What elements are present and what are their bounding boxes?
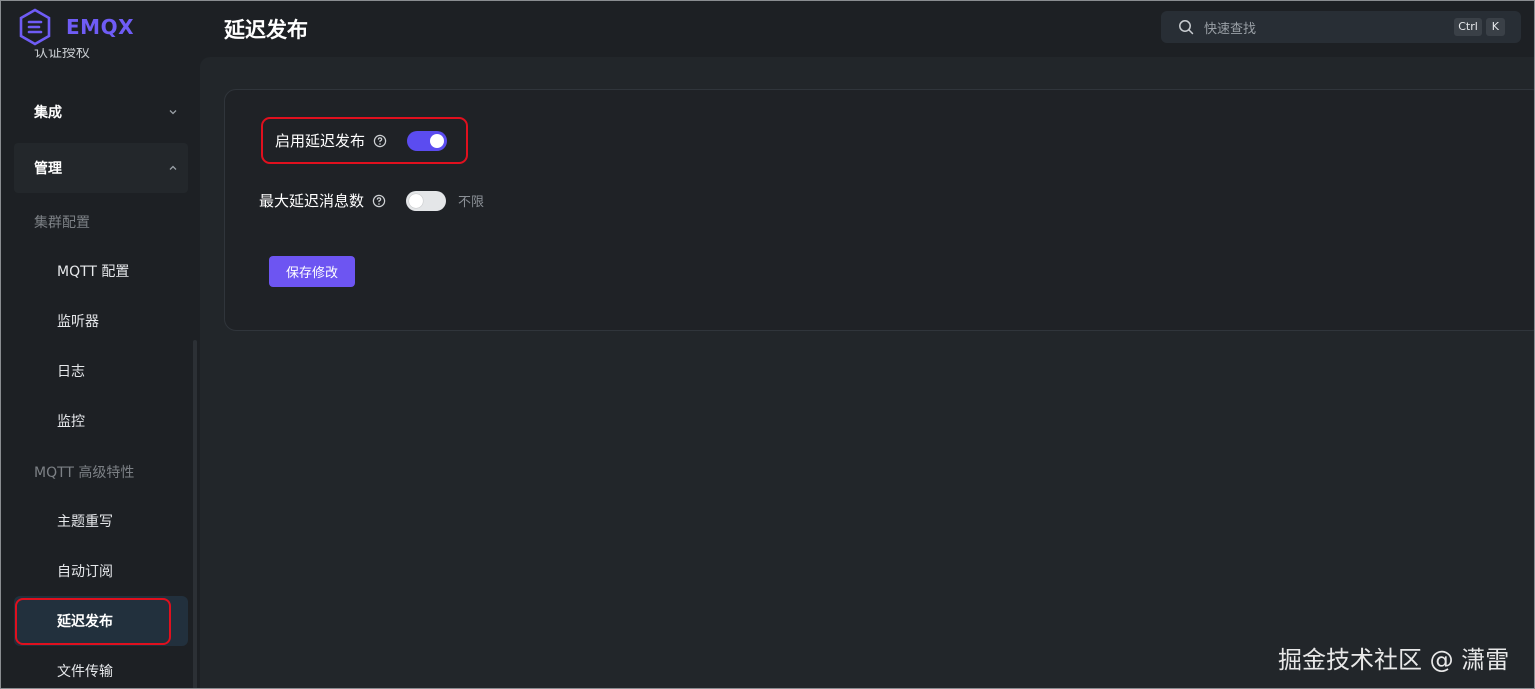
max-delayed-messages-row: 最大延迟消息数 不限 bbox=[259, 190, 484, 211]
sidebar-item-file-transfer[interactable]: 文件传输 bbox=[14, 646, 188, 689]
sidebar-item-label: 监听器 bbox=[57, 314, 99, 330]
watermark: 掘金技术社区 @ 潇雷 bbox=[1278, 646, 1510, 674]
sidebar-item-logs[interactable]: 日志 bbox=[14, 346, 188, 396]
chevron-down-icon bbox=[169, 110, 177, 115]
sidebar-group-management[interactable]: 管理 bbox=[14, 143, 188, 193]
sidebar-item-label: 延迟发布 bbox=[57, 614, 113, 630]
enable-delayed-publish-row: 启用延迟发布 bbox=[275, 130, 448, 151]
search-icon bbox=[1179, 20, 1194, 35]
search-input[interactable]: 快速查找 bbox=[1204, 18, 1454, 37]
emqx-logo-icon bbox=[19, 8, 51, 46]
logo-text: EMQX bbox=[66, 15, 134, 39]
shortcut-key-k: K bbox=[1485, 18, 1505, 36]
sidebar-item-label: 自动订阅 bbox=[57, 564, 113, 580]
sidebar-item-auto-subscribe[interactable]: 自动订阅 bbox=[14, 546, 188, 596]
sidebar-item-delayed-publish[interactable]: 延迟发布 bbox=[14, 596, 188, 646]
enable-delayed-publish-toggle[interactable] bbox=[407, 130, 448, 151]
help-icon[interactable] bbox=[372, 194, 386, 208]
sidebar-section-cluster-config: 集群配置 bbox=[34, 215, 90, 231]
toggle-knob bbox=[430, 133, 445, 148]
sidebar-item-label: 文件传输 bbox=[57, 664, 113, 680]
max-delayed-messages-label: 最大延迟消息数 bbox=[259, 192, 365, 210]
toggle-knob bbox=[409, 193, 424, 208]
sidebar-group-integration[interactable]: 集成 bbox=[14, 87, 188, 137]
sidebar-item-monitoring[interactable]: 监控 bbox=[14, 396, 188, 446]
help-icon[interactable] bbox=[373, 134, 387, 148]
chevron-up-icon bbox=[169, 165, 177, 170]
page-title: 延迟发布 bbox=[224, 18, 308, 42]
save-button[interactable]: 保存修改 bbox=[269, 256, 355, 287]
max-delayed-messages-toggle[interactable] bbox=[406, 190, 447, 211]
sidebar-item-label: 日志 bbox=[57, 364, 85, 380]
sidebar-item-label: MQTT 配置 bbox=[57, 264, 130, 280]
sidebar-item-label: 监控 bbox=[57, 414, 85, 430]
sidebar-item-topic-rewrite[interactable]: 主题重写 bbox=[14, 496, 188, 546]
enable-delayed-publish-label: 启用延迟发布 bbox=[275, 132, 366, 150]
sidebar-group-label: 集成 bbox=[34, 105, 62, 121]
sidebar: EMQX 认证授权 集成 管理 集群配置 MQTT 配置 监听器 日志 监控 M… bbox=[0, 0, 200, 689]
sidebar-item-label: 主题重写 bbox=[57, 514, 113, 530]
sidebar-item-mqtt-config[interactable]: MQTT 配置 bbox=[14, 246, 188, 296]
toggle-state-text: 不限 bbox=[458, 195, 485, 210]
shortcut-key-ctrl: Ctrl bbox=[1454, 18, 1482, 36]
sidebar-scrollbar[interactable] bbox=[193, 340, 197, 689]
sidebar-item-listeners[interactable]: 监听器 bbox=[14, 296, 188, 346]
sidebar-item-cut-off[interactable]: 认证授权 bbox=[34, 48, 90, 60]
logo[interactable]: EMQX bbox=[18, 8, 134, 46]
search-bar[interactable]: 快速查找 Ctrl K bbox=[1161, 11, 1521, 43]
sidebar-section-mqtt-advanced: MQTT 高级特性 bbox=[34, 465, 135, 481]
sidebar-group-label: 管理 bbox=[34, 161, 62, 177]
